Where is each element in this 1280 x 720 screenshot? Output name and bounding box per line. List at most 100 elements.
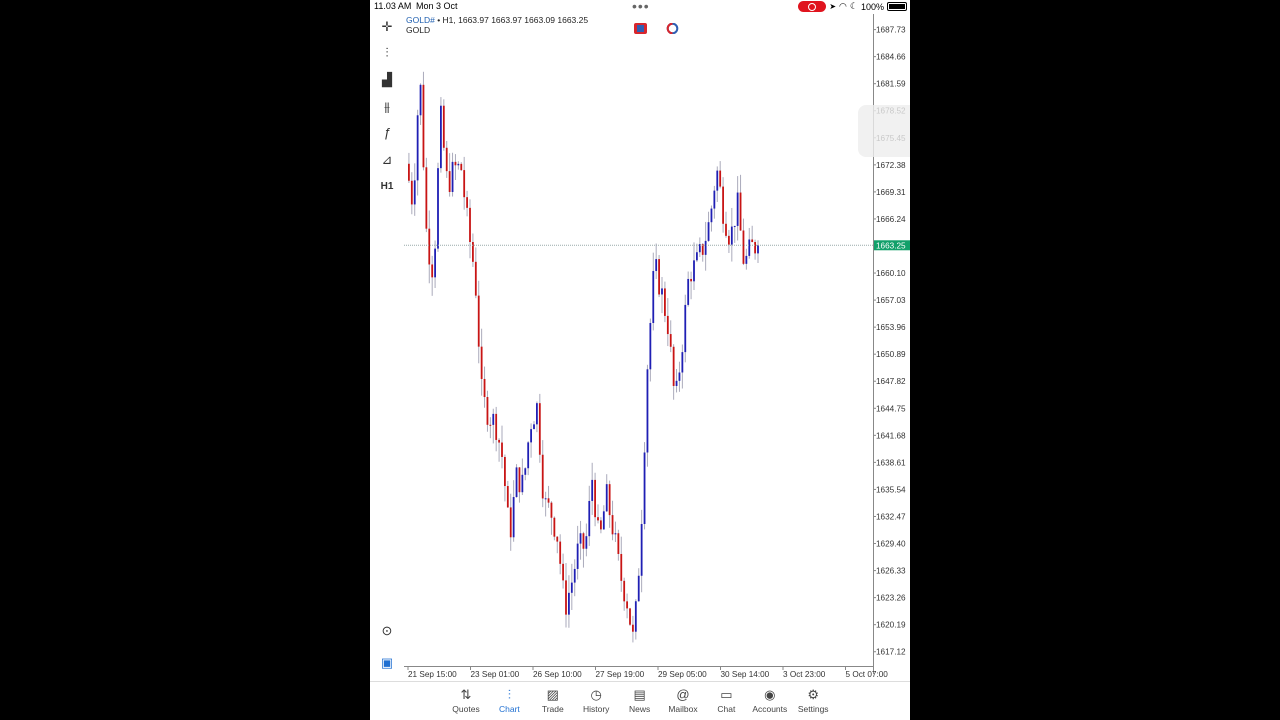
candle-body: [419, 84, 422, 116]
candle-body: [506, 486, 509, 508]
candle-body: [602, 511, 605, 530]
candle-body: [666, 315, 669, 335]
candle-body: [620, 553, 623, 581]
tab-settings[interactable]: ⚙ Settings: [791, 686, 835, 714]
candle-body: [719, 170, 722, 187]
y-tick-label: 1629.40: [876, 540, 906, 549]
status-right: ➤ ◠ ☾ 100%: [798, 1, 907, 12]
function-icon[interactable]: ƒ: [378, 124, 396, 142]
candle-body: [591, 479, 594, 501]
tab-news[interactable]: ▤ News: [618, 686, 662, 714]
candle-body: [477, 295, 480, 347]
shapes-icon[interactable]: ⊿: [378, 151, 396, 169]
objects-icon[interactable]: ⫵: [378, 98, 396, 116]
candle-body: [550, 502, 553, 518]
location-icon: ➤: [829, 2, 837, 11]
candle-body: [588, 500, 591, 537]
signal-ring-icon[interactable]: [666, 23, 679, 34]
trade-flag-icon[interactable]: [634, 23, 647, 34]
candle-body: [428, 228, 431, 265]
candle-body: [626, 601, 628, 609]
x-tick-label: 5 Oct 07:00: [846, 670, 889, 679]
y-tick-label: 1681.59: [876, 80, 906, 89]
candle-body: [530, 429, 532, 443]
candle-body: [690, 278, 692, 282]
candle-body: [518, 467, 521, 493]
tab-label: Accounts: [752, 704, 788, 714]
candle-body: [687, 278, 690, 305]
price-chart[interactable]: 1687.731684.661681.591678.521675.451672.…: [404, 14, 910, 680]
tab-chart[interactable]: ⫶ Chart: [487, 686, 531, 714]
tab-label: Settings: [797, 704, 829, 714]
x-tick-label: 23 Sep 01:00: [471, 670, 520, 679]
candle-body: [658, 259, 660, 295]
x-tick-label: 3 Oct 23:00: [783, 670, 826, 679]
candle-body: [632, 624, 634, 632]
y-tick-label: 1638.61: [876, 458, 906, 467]
crosshair-icon[interactable]: ✛: [378, 18, 396, 36]
do-not-disturb-icon: ☾: [849, 1, 858, 11]
y-tick-label: 1653.96: [876, 323, 906, 332]
candle-body: [669, 334, 672, 347]
candle-body: [556, 536, 559, 542]
candle-body: [527, 442, 530, 469]
candle-body: [681, 352, 684, 373]
tab-trade[interactable]: ▨ Trade: [531, 686, 575, 714]
tab-chat[interactable]: ▭ Chat: [704, 686, 748, 714]
candle-body: [672, 346, 675, 386]
timeframe-button[interactable]: H1: [378, 178, 396, 196]
candle-body: [425, 167, 428, 229]
y-tick-label: 1650.89: [876, 350, 906, 359]
candle-body: [573, 568, 576, 583]
tab-history[interactable]: ◷ History: [574, 686, 618, 714]
candle-body: [728, 235, 730, 245]
one-click-trade-icon[interactable]: ▣: [378, 654, 396, 672]
candle-body: [565, 580, 567, 615]
candle-body: [733, 225, 736, 227]
candle-body: [594, 479, 596, 518]
chart-scroll-handle[interactable]: [858, 105, 910, 157]
candle-body: [617, 533, 620, 554]
status-time: 11.03 AM: [374, 1, 412, 11]
chart-symbol[interactable]: GOLD#: [406, 15, 435, 25]
y-tick-label: 1647.82: [876, 377, 906, 386]
trade-signal-icon[interactable]: ⊙: [378, 622, 396, 640]
tab-quotes[interactable]: ⇅ Quotes: [444, 686, 488, 714]
y-tick-label: 1672.38: [876, 161, 906, 170]
y-tick-label: 1669.31: [876, 188, 906, 197]
y-tick-label: 1635.54: [876, 485, 906, 494]
candle-body: [649, 323, 652, 370]
indicators-icon[interactable]: ▟: [378, 71, 396, 89]
candle-body: [498, 439, 500, 443]
multitask-dots-icon[interactable]: •••: [632, 0, 650, 14]
candle-body: [547, 498, 550, 503]
candle-body: [664, 288, 666, 316]
battery-percent: 100%: [860, 1, 884, 12]
candle-body: [442, 105, 445, 148]
chart-toolbar: ✛ ⫶ ▟ ⫵ ƒ ⊿ H1 ⊙ ▣: [370, 14, 405, 670]
candle-body: [454, 161, 457, 166]
candle-body: [501, 442, 503, 457]
x-tick-label: 21 Sep 15:00: [408, 670, 457, 679]
tab-mailbox[interactable]: @ Mailbox: [661, 686, 705, 714]
candle-body: [538, 403, 541, 455]
trade-icon: ▨: [546, 687, 559, 702]
candle-body: [509, 507, 512, 538]
x-tick-label: 29 Sep 05:00: [658, 670, 707, 679]
candle-body: [696, 252, 698, 261]
candle-body: [544, 498, 547, 500]
y-tick-label: 1626.33: [876, 567, 906, 576]
tab-label: History: [582, 704, 610, 714]
candle-body: [582, 533, 585, 549]
candle-body: [643, 452, 646, 524]
tab-accounts[interactable]: ◉ Accounts: [748, 686, 792, 714]
candle-body: [422, 84, 425, 168]
candle-body: [757, 245, 759, 254]
candle-body: [483, 378, 486, 397]
chat-icon: ▭: [720, 687, 733, 702]
candle-body: [579, 533, 582, 544]
candle-body: [553, 517, 556, 537]
candle-body: [486, 396, 489, 425]
chart-type-icon[interactable]: ⫶: [378, 44, 396, 62]
bottom-tab-bar: ⇅ Quotes ⫶ Chart ▨ Trade ◷ History ▤ News @ Mailbox…: [370, 681, 910, 720]
